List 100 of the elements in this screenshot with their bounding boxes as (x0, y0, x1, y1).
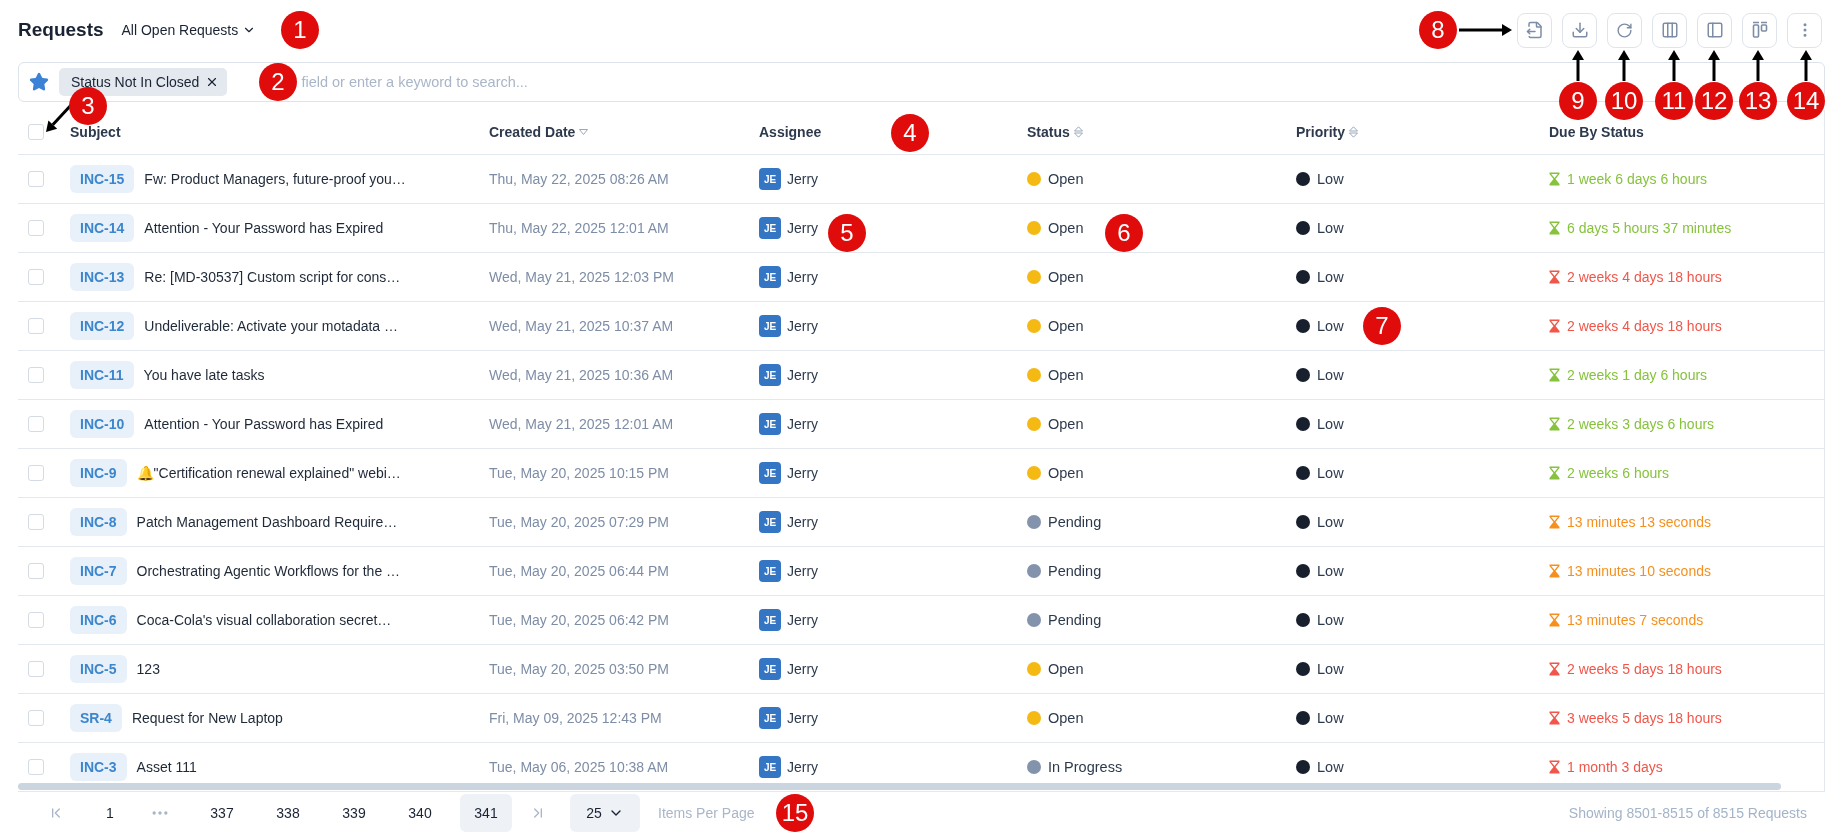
subject-text[interactable]: You have late tasks (143, 367, 265, 383)
page-button[interactable]: 338 (262, 794, 314, 832)
callout-arrow (1618, 50, 1630, 81)
avatar: JE (759, 707, 781, 729)
board-icon[interactable] (1750, 21, 1769, 39)
callout-number: 1 (281, 11, 319, 49)
assignee-name: Jerry (787, 367, 819, 383)
sort-down-icon[interactable] (579, 129, 589, 135)
download-button[interactable] (1562, 12, 1597, 48)
callout-arrow (1708, 50, 1720, 81)
sort-icon[interactable] (1349, 126, 1358, 138)
columns-icon[interactable] (1660, 21, 1679, 39)
priority-text: Low (1317, 514, 1344, 530)
sort-icon[interactable] (1073, 126, 1083, 138)
row-checkbox[interactable] (28, 220, 44, 236)
row-checkbox[interactable] (28, 759, 44, 775)
subject-text[interactable]: Patch Management Dashboard Require… (136, 514, 398, 530)
column-header[interactable]: Assignee (759, 124, 822, 140)
subject-text[interactable]: Request for New Laptop (131, 710, 283, 726)
row-checkbox[interactable] (28, 269, 44, 285)
row-checkbox[interactable] (28, 514, 44, 530)
status-text: Open (1048, 171, 1084, 187)
refresh-icon[interactable] (1616, 21, 1633, 39)
row-checkbox[interactable] (28, 563, 44, 579)
status-text: Open (1048, 661, 1084, 677)
row-checkbox[interactable] (28, 612, 44, 628)
page-button[interactable]: 337 (196, 794, 248, 832)
created-date: Thu, May 22, 2025 08:26 AM (489, 171, 670, 187)
column-header[interactable]: Created Date (489, 124, 576, 140)
refresh-button[interactable] (1607, 12, 1642, 48)
priority-text: Low (1317, 171, 1344, 187)
subject-text[interactable]: Attention - Your Password has Expired (144, 220, 384, 236)
select-all-checkbox[interactable] (28, 124, 44, 140)
callout-number: 11 (1655, 82, 1693, 120)
subject-text[interactable]: Fw: Product Managers, future-proof you… (144, 171, 406, 187)
callout-number: 2 (259, 63, 297, 101)
file-arrow-icon[interactable] (1525, 21, 1544, 39)
column-header[interactable]: Due By Status (1549, 124, 1644, 140)
subject-text[interactable]: Undeliverable: Activate your motadata … (144, 318, 399, 334)
per-page-select[interactable]: 25 (570, 794, 640, 832)
due-text: 2 weeks 1 day 6 hours (1567, 367, 1708, 383)
view-dropdown[interactable]: All Open Requests (121, 22, 257, 38)
column-header[interactable]: Priority (1296, 124, 1345, 140)
assignee-name: Jerry (787, 563, 819, 579)
priority-text: Low (1317, 269, 1344, 285)
panel-button[interactable] (1697, 12, 1732, 48)
subject-text[interactable]: 🔔"Certification renewal explained" webi… (136, 465, 401, 481)
scrollbar[interactable] (18, 783, 1781, 790)
subject-text[interactable]: Coca-Cola's visual collaboration secret… (136, 612, 392, 628)
result-summary: Showing 8501-8515 of 8515 Requests (1568, 805, 1807, 821)
page-button[interactable]: 1 (84, 794, 136, 832)
page-button[interactable]: 341 (460, 794, 512, 832)
status-text: Open (1048, 710, 1084, 726)
page-button[interactable]: 340 (394, 794, 446, 832)
columns-button[interactable] (1652, 12, 1687, 48)
avatar: JE (759, 511, 781, 533)
priority-text: Low (1317, 563, 1344, 579)
filter-chip[interactable]: Status Not In Closed (59, 68, 228, 96)
column-header[interactable]: Subject (70, 124, 121, 140)
priority-text: Low (1317, 465, 1344, 481)
created-date: Tue, May 20, 2025 06:44 PM (489, 563, 671, 579)
download-icon[interactable] (1570, 21, 1589, 39)
board-button[interactable] (1742, 12, 1777, 48)
row-checkbox[interactable] (28, 661, 44, 677)
row-checkbox[interactable] (28, 171, 44, 187)
subject-text[interactable]: Asset 111 (136, 759, 197, 775)
callout-number: 3 (69, 87, 107, 125)
priority-text: Low (1317, 661, 1344, 677)
due-text: 2 weeks 3 days 6 hours (1567, 416, 1715, 432)
avatar: JE (759, 658, 781, 680)
callout-number: 8 (1419, 11, 1457, 49)
star-icon[interactable] (29, 72, 49, 92)
avatar: JE (759, 217, 781, 239)
column-header[interactable]: Status (1027, 124, 1070, 140)
subject-text[interactable]: 123 (136, 661, 160, 677)
row-checkbox[interactable] (28, 318, 44, 334)
more-button[interactable] (1787, 12, 1822, 48)
subject-text[interactable]: Orchestrating Agentic Workflows for the … (136, 563, 401, 579)
callout-number: 13 (1739, 82, 1777, 120)
assignee-name: Jerry (787, 416, 819, 432)
subject-text[interactable]: Attention - Your Password has Expired (144, 416, 384, 432)
assignee-name: Jerry (787, 661, 819, 677)
callout-arrow (1752, 50, 1764, 81)
callout-arrow (1572, 50, 1584, 81)
priority-text: Low (1317, 220, 1344, 236)
row-checkbox[interactable] (28, 465, 44, 481)
page-button[interactable]: 339 (328, 794, 380, 832)
panel-icon[interactable] (1705, 21, 1724, 39)
row-checkbox[interactable] (28, 710, 44, 726)
row-checkbox[interactable] (28, 416, 44, 432)
status-text: Open (1048, 367, 1084, 383)
subject-text[interactable]: Re: [MD-30537] Custom script for cons… (144, 269, 401, 285)
assignee-name: Jerry (787, 465, 819, 481)
created-date: Tue, May 20, 2025 03:50 PM (489, 661, 671, 677)
page-title: Requests (18, 19, 104, 41)
due-text: 2 weeks 6 hours (1567, 465, 1669, 481)
row-checkbox[interactable] (28, 367, 44, 383)
export-button[interactable] (1517, 12, 1552, 48)
due-text: 1 week 6 days 6 hours (1567, 171, 1708, 187)
callout-number: 9 (1559, 82, 1597, 120)
